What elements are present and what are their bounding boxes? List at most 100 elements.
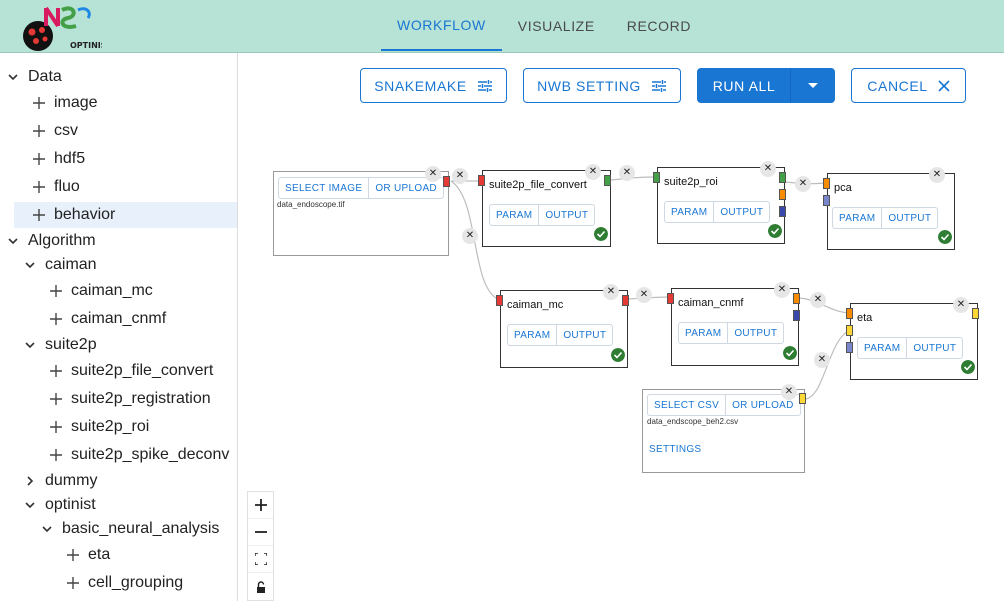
output-port[interactable] — [779, 189, 786, 200]
param-button[interactable]: PARAM — [858, 338, 906, 358]
output-button[interactable]: OUTPUT — [713, 202, 769, 222]
input-port[interactable] — [667, 293, 674, 304]
run-all-button[interactable]: RUN ALL — [697, 68, 791, 103]
param-button[interactable]: PARAM — [508, 325, 556, 345]
tree-folder-algorithm[interactable]: Algorithm — [6, 228, 96, 254]
input-port[interactable] — [846, 308, 853, 319]
lock-toggle-button[interactable] — [248, 573, 273, 600]
fit-view-button[interactable] — [248, 546, 273, 573]
output-port[interactable] — [793, 293, 800, 304]
node-delete-icon[interactable]: ✕ — [760, 161, 776, 177]
zoom-in-button[interactable] — [248, 492, 273, 519]
select-image-button[interactable]: SELECT IMAGE — [279, 178, 368, 198]
node-title: caiman_cnmf — [678, 297, 744, 309]
select-csv-button[interactable]: SELECT CSV — [648, 395, 725, 415]
tree-item-suite2p-spike-deconv[interactable]: suite2p_spike_deconv — [49, 442, 229, 468]
image-input-node[interactable]: SELECT IMAGE OR UPLOAD data_endoscope.ti… — [273, 171, 449, 256]
pca-node[interactable]: pca PARAM OUTPUT — [827, 173, 955, 250]
tab-visualize[interactable]: VISUALIZE — [502, 0, 611, 51]
tree-item-hdf5[interactable]: hdf5 — [32, 146, 85, 172]
tree-item-caiman-mc[interactable]: caiman_mc — [49, 278, 153, 304]
tree-label: suite2p_spike_deconv — [71, 446, 230, 463]
node-delete-icon[interactable]: ✕ — [585, 164, 601, 180]
tree-item-caiman-cnmf[interactable]: caiman_cnmf — [49, 306, 166, 332]
tree-folder-caiman[interactable]: caiman — [23, 252, 97, 278]
cancel-button[interactable]: CANCEL — [851, 68, 966, 103]
zoom-out-button[interactable] — [248, 519, 273, 546]
node-delete-icon[interactable]: ✕ — [425, 166, 441, 182]
output-port[interactable] — [604, 175, 611, 186]
tree-item-eta[interactable]: eta — [66, 542, 110, 568]
input-port[interactable] — [653, 172, 660, 183]
node-delete-icon[interactable]: ✕ — [953, 297, 969, 313]
output-port[interactable] — [972, 308, 979, 319]
output-port[interactable] — [779, 206, 786, 217]
output-port-csv[interactable] — [799, 393, 806, 404]
lock-icon — [256, 580, 265, 593]
tree-label: Data — [28, 68, 62, 85]
tree-item-suite2p-registration[interactable]: suite2p_registration — [49, 386, 211, 412]
chevron-down-icon — [25, 342, 35, 349]
edge-delete-icon[interactable]: ✕ — [452, 168, 468, 184]
tree-item-suite2p-roi[interactable]: suite2p_roi — [49, 414, 149, 440]
tree-label: caiman_cnmf — [71, 310, 167, 327]
edge-delete-icon[interactable]: ✕ — [462, 228, 478, 244]
tree-folder-suite2p[interactable]: suite2p — [23, 332, 97, 358]
tab-workflow[interactable]: WORKFLOW — [381, 0, 502, 51]
output-button[interactable]: OUTPUT — [538, 205, 594, 225]
input-port[interactable] — [496, 295, 503, 306]
eta-node[interactable]: eta PARAM OUTPUT — [850, 303, 978, 380]
edge-delete-icon[interactable]: ✕ — [810, 292, 826, 308]
tab-record[interactable]: RECORD — [611, 0, 707, 51]
param-button[interactable]: PARAM — [665, 202, 713, 222]
edge-delete-icon[interactable]: ✕ — [619, 165, 635, 181]
csv-input-node[interactable]: SELECT CSV OR UPLOAD data_endscope_beh2.… — [642, 389, 805, 473]
tree-folder-data[interactable]: Data — [6, 64, 62, 90]
node-delete-icon[interactable]: ✕ — [603, 284, 619, 300]
output-button[interactable]: OUTPUT — [906, 338, 962, 358]
tree-item-image[interactable]: image — [32, 90, 98, 116]
edge-delete-icon[interactable]: ✕ — [814, 352, 830, 368]
suite2p-file-convert-node[interactable]: suite2p_file_convert PARAM OUTPUT — [482, 170, 611, 247]
tree-folder-optinist[interactable]: optinist — [23, 492, 96, 518]
nwb-setting-button[interactable]: NWB SETTING — [523, 68, 681, 103]
node-buttons: PARAM OUTPUT — [857, 337, 964, 359]
tree-item-suite2p-file-convert[interactable]: suite2p_file_convert — [49, 358, 213, 384]
input-port[interactable] — [478, 175, 485, 186]
input-port[interactable] — [846, 342, 853, 353]
caiman-mc-node[interactable]: caiman_mc PARAM OUTPUT — [500, 290, 628, 368]
snakemake-button[interactable]: SNAKEMAKE — [360, 68, 507, 103]
tree-item-fluo[interactable]: fluo — [32, 174, 80, 200]
node-delete-icon[interactable]: ✕ — [781, 384, 797, 400]
output-button[interactable]: OUTPUT — [727, 323, 783, 343]
param-button[interactable]: PARAM — [490, 205, 538, 225]
tree-folder-dummy[interactable]: dummy — [23, 468, 97, 494]
output-port[interactable] — [779, 172, 786, 183]
tree-folder-basic-neural-analysis[interactable]: basic_neural_analysis — [40, 516, 219, 542]
tree-item-cell-grouping[interactable]: cell_grouping — [66, 570, 183, 596]
tree-label: fluo — [54, 178, 80, 195]
plus-icon — [50, 449, 62, 461]
output-port[interactable] — [622, 295, 629, 306]
node-delete-icon[interactable]: ✕ — [929, 167, 945, 183]
caiman-cnmf-node[interactable]: caiman_cnmf PARAM OUTPUT — [671, 288, 799, 366]
suite2p-roi-node[interactable]: suite2p_roi PARAM OUTPUT — [657, 167, 785, 244]
edge-delete-icon[interactable]: ✕ — [795, 176, 811, 192]
node-delete-icon[interactable]: ✕ — [774, 282, 790, 298]
plus-icon — [50, 365, 62, 377]
tree-item-behavior[interactable]: behavior — [14, 202, 237, 228]
run-options-dropdown-button[interactable] — [791, 68, 835, 103]
edge-delete-icon[interactable]: ✕ — [636, 287, 652, 303]
input-port[interactable] — [823, 195, 830, 206]
param-button[interactable]: PARAM — [833, 208, 881, 228]
output-port[interactable] — [793, 310, 800, 321]
output-button[interactable]: OUTPUT — [556, 325, 612, 345]
input-port[interactable] — [823, 178, 830, 189]
csv-settings-button[interactable]: SETTINGS — [649, 444, 701, 455]
node-buttons: PARAM OUTPUT — [678, 322, 785, 344]
output-button[interactable]: OUTPUT — [881, 208, 937, 228]
tree-item-csv[interactable]: csv — [32, 118, 78, 144]
input-port[interactable] — [846, 325, 853, 336]
output-port-image[interactable] — [443, 176, 450, 187]
param-button[interactable]: PARAM — [679, 323, 727, 343]
